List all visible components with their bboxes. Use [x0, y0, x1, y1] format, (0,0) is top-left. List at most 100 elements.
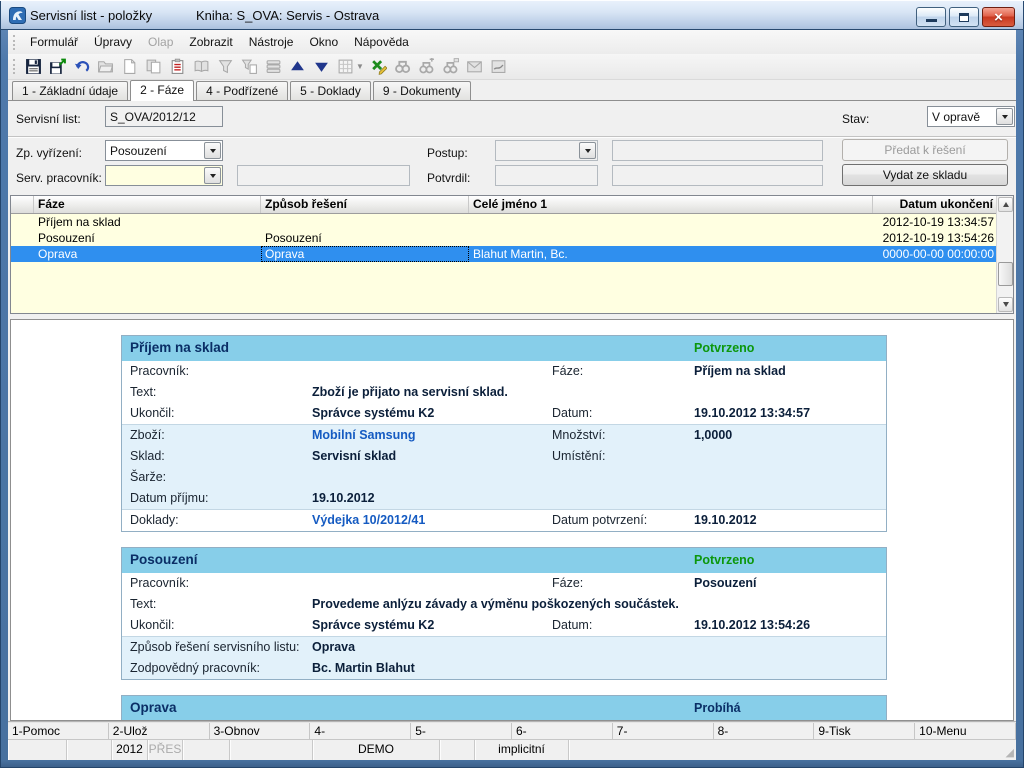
menu-item-pravy[interactable]: Úpravy	[86, 31, 140, 53]
tab-5-doklady[interactable]: 5 - Doklady	[290, 81, 371, 100]
function-key-6[interactable]: 6-	[512, 723, 613, 739]
serv-pracovnik-combobox[interactable]	[105, 165, 223, 186]
tab-4-pod-zen[interactable]: 4 - Podřízené	[196, 81, 288, 100]
column-header-datum-ukon-en[interactable]: Datum ukončení	[873, 196, 998, 213]
function-key-4[interactable]: 4-	[310, 723, 411, 739]
table-row[interactable]: Příjem na sklad2012-10-19 13:34:57	[11, 214, 1013, 230]
minimize-button[interactable]	[916, 7, 946, 27]
detail-label: Text:	[130, 597, 156, 611]
close-icon: ×	[994, 10, 1003, 25]
search-icon[interactable]	[392, 56, 414, 78]
menu-item-n-pov-da[interactable]: Nápověda	[346, 31, 417, 53]
serv-pracovnik-label: Serv. pracovník:	[16, 171, 102, 185]
tab-1-z-kladn-daje[interactable]: 1 - Základní údaje	[12, 81, 128, 100]
search-next-icon[interactable]	[416, 56, 438, 78]
navigate-down-icon[interactable]	[310, 56, 332, 78]
menu-item-n-stroje[interactable]: Nástroje	[241, 31, 302, 53]
table-row[interactable]: OpravaOpravaBlahut Martin, Bc.0000-00-00…	[11, 246, 1013, 262]
save-icon[interactable]	[22, 56, 44, 78]
app-icon	[9, 7, 26, 24]
filter-document-icon[interactable]	[238, 56, 260, 78]
detail-value: 19.10.2012 13:34:57	[694, 406, 810, 420]
postup-combobox[interactable]	[495, 140, 598, 161]
menu-item-zobrazit[interactable]: Zobrazit	[181, 31, 240, 53]
chevron-down-icon[interactable]	[204, 142, 221, 159]
new-document-icon[interactable]	[118, 56, 140, 78]
servisni-list-field[interactable]: S_OVA/2012/12	[105, 106, 223, 127]
detail-value: Zboží je přijato na servisní sklad.	[312, 385, 508, 399]
filter-icon[interactable]	[214, 56, 236, 78]
scroll-down-icon[interactable]	[998, 297, 1013, 312]
postup-name-field	[612, 140, 823, 161]
book-icon[interactable]	[190, 56, 212, 78]
menu-item-olap[interactable]: Olap	[140, 31, 181, 53]
phase-card-block: Pracovník:Fáze:PosouzeníText:Provedeme a…	[122, 573, 886, 636]
table-cell: Posouzení	[34, 230, 261, 246]
function-key-5[interactable]: 5-	[411, 723, 512, 739]
menu-item-formul[interactable]: Formulář	[22, 31, 86, 53]
zp-vyrizeni-combobox[interactable]: Posouzení	[105, 140, 223, 161]
column-header-empty[interactable]	[11, 196, 34, 213]
scroll-up-icon[interactable]	[998, 197, 1013, 212]
table-body: Příjem na sklad2012-10-19 13:34:57Posouz…	[11, 214, 1013, 262]
detail-value: Servisní sklad	[312, 449, 396, 463]
toolbar: ▼	[8, 54, 1016, 80]
potvrdil-field	[495, 165, 598, 186]
phase-card-header: Příjem na skladPotvrzeno	[122, 336, 886, 361]
function-key-3-obnov[interactable]: 3-Obnov	[210, 723, 311, 739]
detail-link[interactable]: Výdejka 10/2012/41	[312, 513, 425, 527]
predat-k-reseni-button[interactable]: Předat k řešení	[842, 139, 1008, 161]
column-header-cel-jm-no-1[interactable]: Celé jméno 1	[469, 196, 873, 213]
function-key-10-menu[interactable]: 10-Menu	[915, 723, 1016, 739]
tab-9-dokumenty[interactable]: 9 - Dokumenty	[373, 81, 471, 100]
paste-icon[interactable]	[166, 56, 188, 78]
copy-icon[interactable]	[142, 56, 164, 78]
undo-icon[interactable]	[70, 56, 92, 78]
save-as-icon[interactable]	[46, 56, 68, 78]
status-cell	[569, 740, 1016, 760]
table-scrollbar[interactable]	[996, 196, 1013, 313]
menu-item-okno[interactable]: Okno	[301, 31, 346, 53]
tab-2-f-ze[interactable]: 2 - Fáze	[130, 80, 194, 101]
open-folder-icon[interactable]	[94, 56, 116, 78]
stav-combobox[interactable]: V opravě	[927, 106, 1015, 127]
chevron-down-icon[interactable]	[579, 142, 596, 159]
search-all-icon[interactable]	[440, 56, 462, 78]
function-key-7[interactable]: 7-	[613, 723, 714, 739]
function-key-2-ulo[interactable]: 2-Ulož	[109, 723, 210, 739]
close-button[interactable]: ×	[982, 7, 1015, 27]
print-stack-icon[interactable]	[262, 56, 284, 78]
vydat-ze-skladu-button[interactable]: Vydat ze skladu	[842, 164, 1008, 186]
dropdown-caret-icon[interactable]: ▼	[356, 62, 364, 71]
phase-detail-row: Pracovník:Fáze:Příjem na sklad	[122, 361, 886, 382]
function-key-8[interactable]: 8-	[714, 723, 815, 739]
chevron-down-icon[interactable]	[996, 108, 1013, 125]
edit-confirm-icon[interactable]	[368, 56, 390, 78]
mail-icon[interactable]	[464, 56, 486, 78]
chevron-down-icon[interactable]	[204, 167, 221, 184]
resize-grip[interactable]: ◢	[1006, 746, 1014, 759]
sign-icon[interactable]	[488, 56, 510, 78]
function-key-bar: 1-Pomoc2-Ulož3-Obnov4-5-6-7-8-9-Tisk10-M…	[8, 723, 1016, 740]
phase-detail-row: Zodpovědný pracovník:Bc. Martin Blahut	[122, 658, 886, 679]
phase-card-header: OpravaProbíhá	[122, 696, 886, 721]
phase-detail-row: Šarže:	[122, 467, 886, 488]
function-key-9-tisk[interactable]: 9-Tisk	[814, 723, 915, 739]
function-key-1-pomoc[interactable]: 1-Pomoc	[8, 723, 109, 739]
potvrdil-label: Potvrdil:	[427, 171, 470, 185]
detail-value: 1,0000	[694, 428, 732, 442]
phase-card-header: PosouzeníPotvrzeno	[122, 548, 886, 573]
detail-value: Oprava	[312, 640, 355, 654]
phase-detail-row: Datum příjmu:19.10.2012	[122, 488, 886, 509]
potvrdil-name-field	[612, 165, 823, 186]
servisni-list-label: Servisní list:	[16, 112, 81, 126]
grid-icon[interactable]	[334, 56, 356, 78]
table-cell	[469, 214, 873, 230]
column-header-f-ze[interactable]: Fáze	[34, 196, 261, 213]
navigate-up-icon[interactable]	[286, 56, 308, 78]
scrollbar-thumb[interactable]	[998, 262, 1013, 286]
column-header-zp-sob-e-en[interactable]: Způsob řešení	[261, 196, 469, 213]
table-row[interactable]: PosouzeníPosouzení2012-10-19 13:54:26	[11, 230, 1013, 246]
detail-link[interactable]: Mobilní Samsung	[312, 428, 415, 442]
maximize-button[interactable]	[949, 7, 979, 27]
